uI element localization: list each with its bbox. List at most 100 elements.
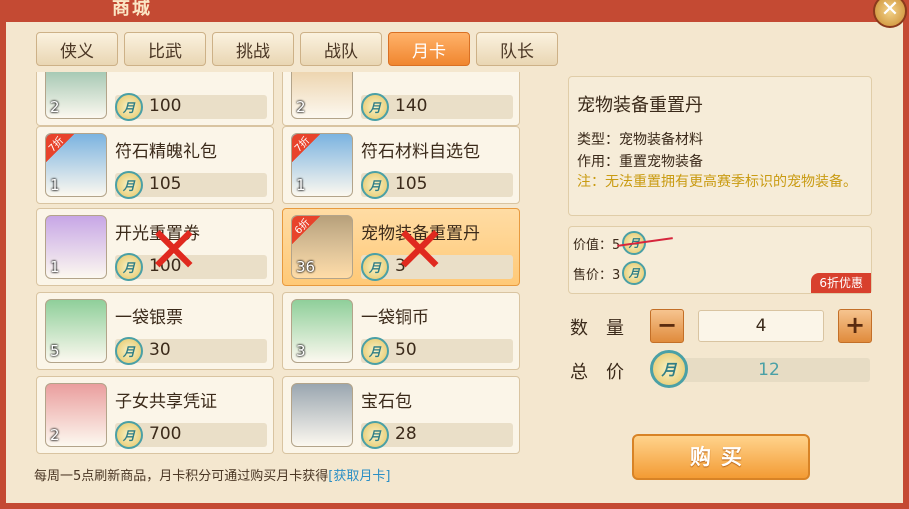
currency-icon: 月	[115, 171, 143, 199]
plus-icon[interactable]: +	[838, 309, 872, 343]
tab-tiaozhan[interactable]: 挑战	[212, 32, 294, 66]
currency-icon: 月	[361, 253, 389, 281]
sale-price-row: 售价：3 月	[573, 261, 647, 285]
item-name: 一袋银票	[115, 308, 183, 328]
footer-notice: 每周一5点刷新商品，月卡积分可通过购买月卡获得[获取月卡]	[34, 465, 390, 484]
original-price: 价值：5	[573, 237, 621, 253]
tab-bar: 侠义 比武 挑战 战队 月卡 队长	[36, 32, 558, 66]
tab-duizhang[interactable]: 队长	[476, 32, 558, 66]
shop-item-card[interactable]: 6折 36 宠物装备重置丹月 3 ✕	[282, 208, 520, 286]
tab-xiayi[interactable]: 侠义	[36, 32, 118, 66]
total-value: 12	[668, 358, 870, 382]
currency-icon: 月	[361, 421, 389, 449]
item-price-bar: 月 30	[115, 337, 267, 365]
item-price-bar: 月 140	[361, 93, 513, 121]
item-price: 100	[149, 96, 182, 116]
tab-yueka[interactable]: 月卡	[388, 32, 470, 66]
discount-text: 7折	[292, 135, 313, 155]
shop-item-card[interactable]: 2 子女共享凭证月 700	[36, 376, 274, 454]
item-icon: 1	[45, 215, 107, 279]
item-icon: 2	[45, 72, 107, 119]
discount-text: 7折	[46, 135, 67, 155]
window-title: 商城	[112, 0, 152, 19]
shop-item-card[interactable]: 7折 1 符石精魄礼包月 105	[36, 126, 274, 204]
currency-icon: 月	[650, 350, 688, 388]
item-price-bar: 月 28	[361, 421, 513, 449]
shop-item-card[interactable]: 宝石包月 28	[282, 376, 520, 454]
item-price: 30	[149, 340, 171, 360]
item-name: 宝石包	[361, 392, 412, 412]
item-price-bar: 月 700	[115, 421, 267, 449]
item-price: 28	[395, 424, 417, 444]
currency-icon: 月	[361, 337, 389, 365]
item-quantity: 1	[296, 176, 306, 194]
discount-text: 6折	[292, 217, 313, 237]
buy-button[interactable]: 购买	[632, 434, 810, 480]
discount-badge: 7折	[292, 134, 320, 162]
discount-badge: 7折	[46, 134, 74, 162]
item-icon	[291, 383, 353, 447]
item-quantity: 3	[296, 342, 306, 360]
quantity-input[interactable]: 4	[698, 310, 824, 342]
detail-type: 类型：宠物装备材料	[577, 132, 703, 148]
footer-text: 每周一5点刷新商品，月卡积分可通过购买月卡获得	[34, 469, 329, 484]
currency-icon: 月	[115, 253, 143, 281]
item-detail-panel: 宠物装备重置丹 类型：宠物装备材料 作用：重置宠物装备 注：无法重置拥有更高赛季…	[568, 76, 872, 216]
crossed-out-mark-icon: ✕	[393, 214, 447, 288]
item-price: 50	[395, 340, 417, 360]
item-quantity: 36	[296, 258, 316, 276]
item-price-bar: 月 105	[361, 171, 513, 199]
promo-badge: 6折优惠	[811, 273, 871, 293]
item-icon: 5	[45, 299, 107, 363]
total-label: 总价	[570, 362, 642, 383]
item-icon: 3	[291, 299, 353, 363]
item-quantity: 2	[50, 98, 60, 116]
shop-item-card[interactable]: 2 月 140	[282, 72, 520, 126]
currency-icon: 月	[361, 93, 389, 121]
item-price: 105	[395, 174, 428, 194]
item-quantity: 2	[50, 426, 60, 444]
detail-use: 作用：重置宠物装备	[577, 154, 703, 170]
item-grid: 2 月 100 2 月 140 7折 1 符石精魄礼包月 105 7折 1 符石材料自选包月 105 1 开光…	[36, 72, 524, 458]
item-icon: 2	[45, 383, 107, 447]
minus-icon[interactable]: −	[650, 309, 684, 343]
shop-item-card[interactable]: 7折 1 符石材料自选包月 105	[282, 126, 520, 204]
discount-badge: 6折	[292, 216, 320, 244]
quantity-label: 数量	[570, 318, 642, 339]
item-name: 子女共享凭证	[115, 392, 217, 412]
item-price-bar: 月 100	[115, 93, 267, 121]
item-price-bar: 月 50	[361, 337, 513, 365]
shop-item-card[interactable]: 1 开光重置券月 100 ✕	[36, 208, 274, 286]
sale-price: 售价：3	[573, 267, 621, 283]
item-icon: 2	[291, 72, 353, 119]
item-name: 一袋铜币	[361, 308, 429, 328]
item-quantity: 5	[50, 342, 60, 360]
item-name: 符石材料自选包	[361, 142, 480, 162]
item-quantity: 1	[50, 176, 60, 194]
currency-icon: 月	[115, 337, 143, 365]
item-quantity: 1	[50, 258, 60, 276]
currency-icon: 月	[115, 421, 143, 449]
item-quantity: 2	[296, 98, 306, 116]
shop-item-card[interactable]: 3 一袋铜币月 50	[282, 292, 520, 370]
item-name: 符石精魄礼包	[115, 142, 217, 162]
price-box: 价值：5 月 售价：3 月 6折优惠	[568, 226, 872, 294]
item-price: 700	[149, 424, 182, 444]
item-price-bar: 月 105	[115, 171, 267, 199]
shop-item-card[interactable]: 2 月 100	[36, 72, 274, 126]
item-icon: 7折 1	[291, 133, 353, 197]
crossed-out-mark-icon: ✕	[147, 214, 201, 288]
item-icon: 7折 1	[45, 133, 107, 197]
shop-item-card[interactable]: 5 一袋银票月 30	[36, 292, 274, 370]
item-price: 140	[395, 96, 428, 116]
tab-biwu[interactable]: 比武	[124, 32, 206, 66]
item-price: 105	[149, 174, 182, 194]
detail-note: 注：无法重置拥有更高赛季标识的宠物装备。	[577, 174, 857, 190]
item-icon: 6折 36	[291, 215, 353, 279]
tab-zhandui[interactable]: 战队	[300, 32, 382, 66]
get-monthly-card-link[interactable]: [获取月卡]	[328, 469, 390, 484]
currency-icon: 月	[115, 93, 143, 121]
currency-icon: 月	[622, 261, 647, 285]
detail-title: 宠物装备重置丹	[577, 95, 703, 116]
currency-icon: 月	[361, 171, 389, 199]
